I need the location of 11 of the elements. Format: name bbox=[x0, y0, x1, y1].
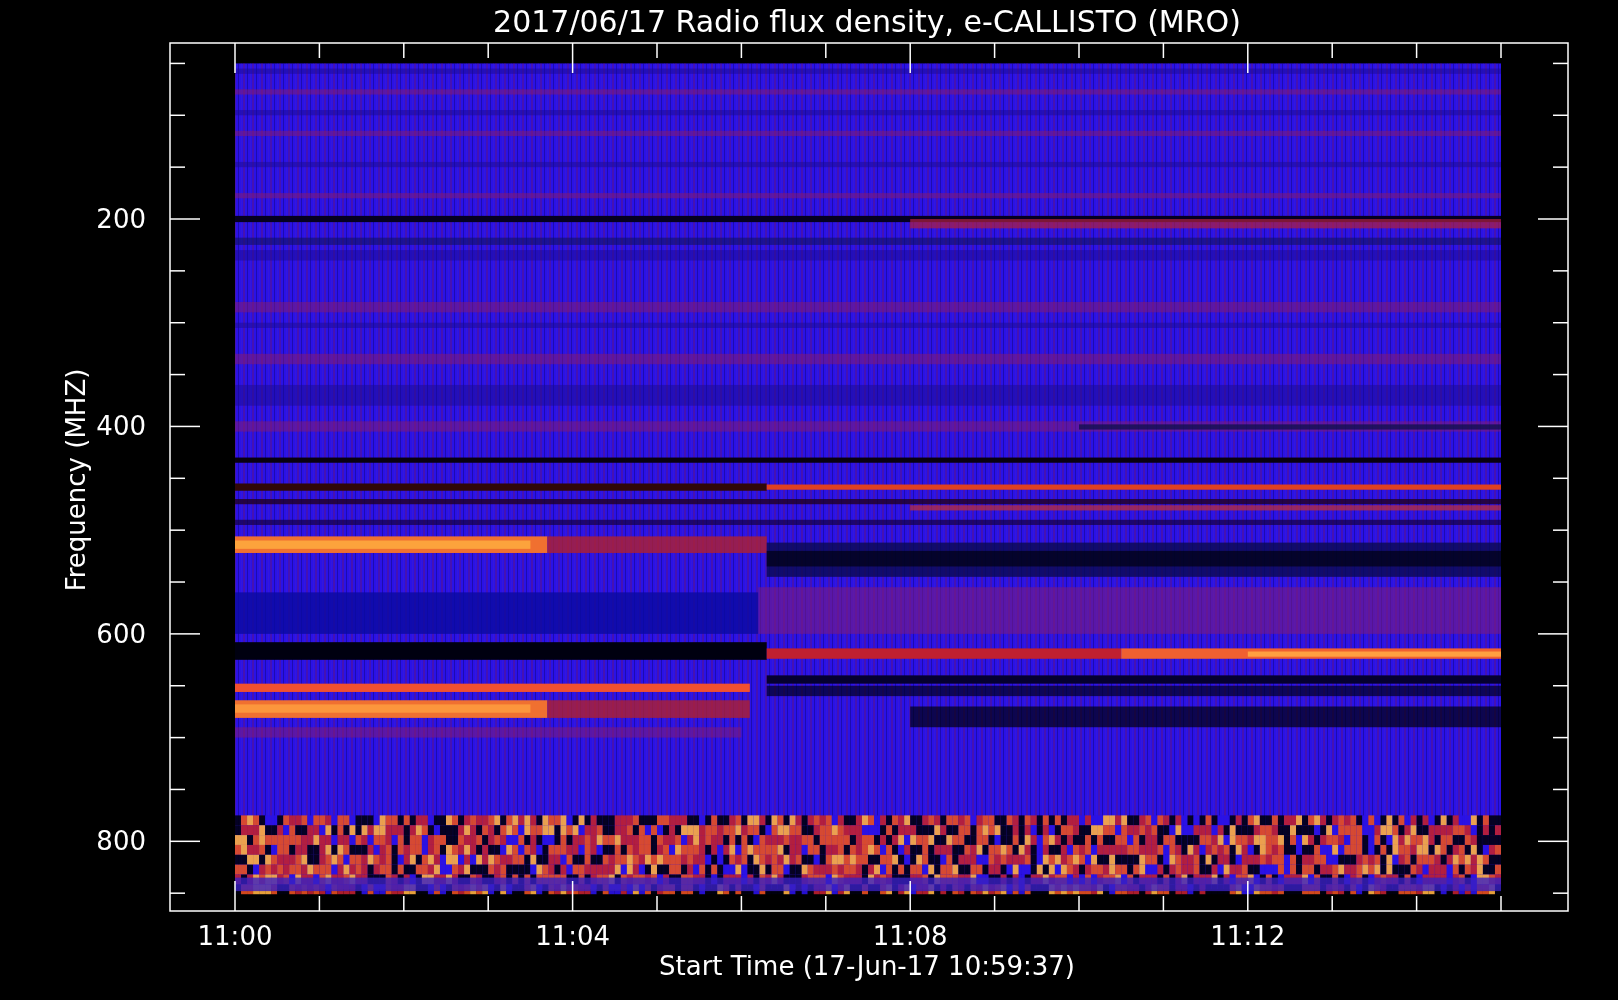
x-axis-label: Start Time (17-Jun-17 10:59:37) bbox=[659, 951, 1075, 981]
y-tick-label: 800 bbox=[96, 826, 146, 857]
chart-title: 2017/06/17 Radio flux density, e-CALLISTO (MRO) bbox=[493, 4, 1241, 39]
x-tick-label: 11:08 bbox=[872, 921, 948, 951]
y-tick-label: 600 bbox=[96, 618, 146, 649]
y-tick-label: 200 bbox=[96, 204, 146, 234]
x-tick-label: 11:00 bbox=[197, 921, 273, 951]
x-tick-label: 11:04 bbox=[535, 921, 611, 951]
y-tick-label: 400 bbox=[96, 411, 146, 442]
y-axis-label: Frequency (MHZ) bbox=[61, 368, 91, 592]
x-tick-label: 11:12 bbox=[1210, 921, 1286, 951]
